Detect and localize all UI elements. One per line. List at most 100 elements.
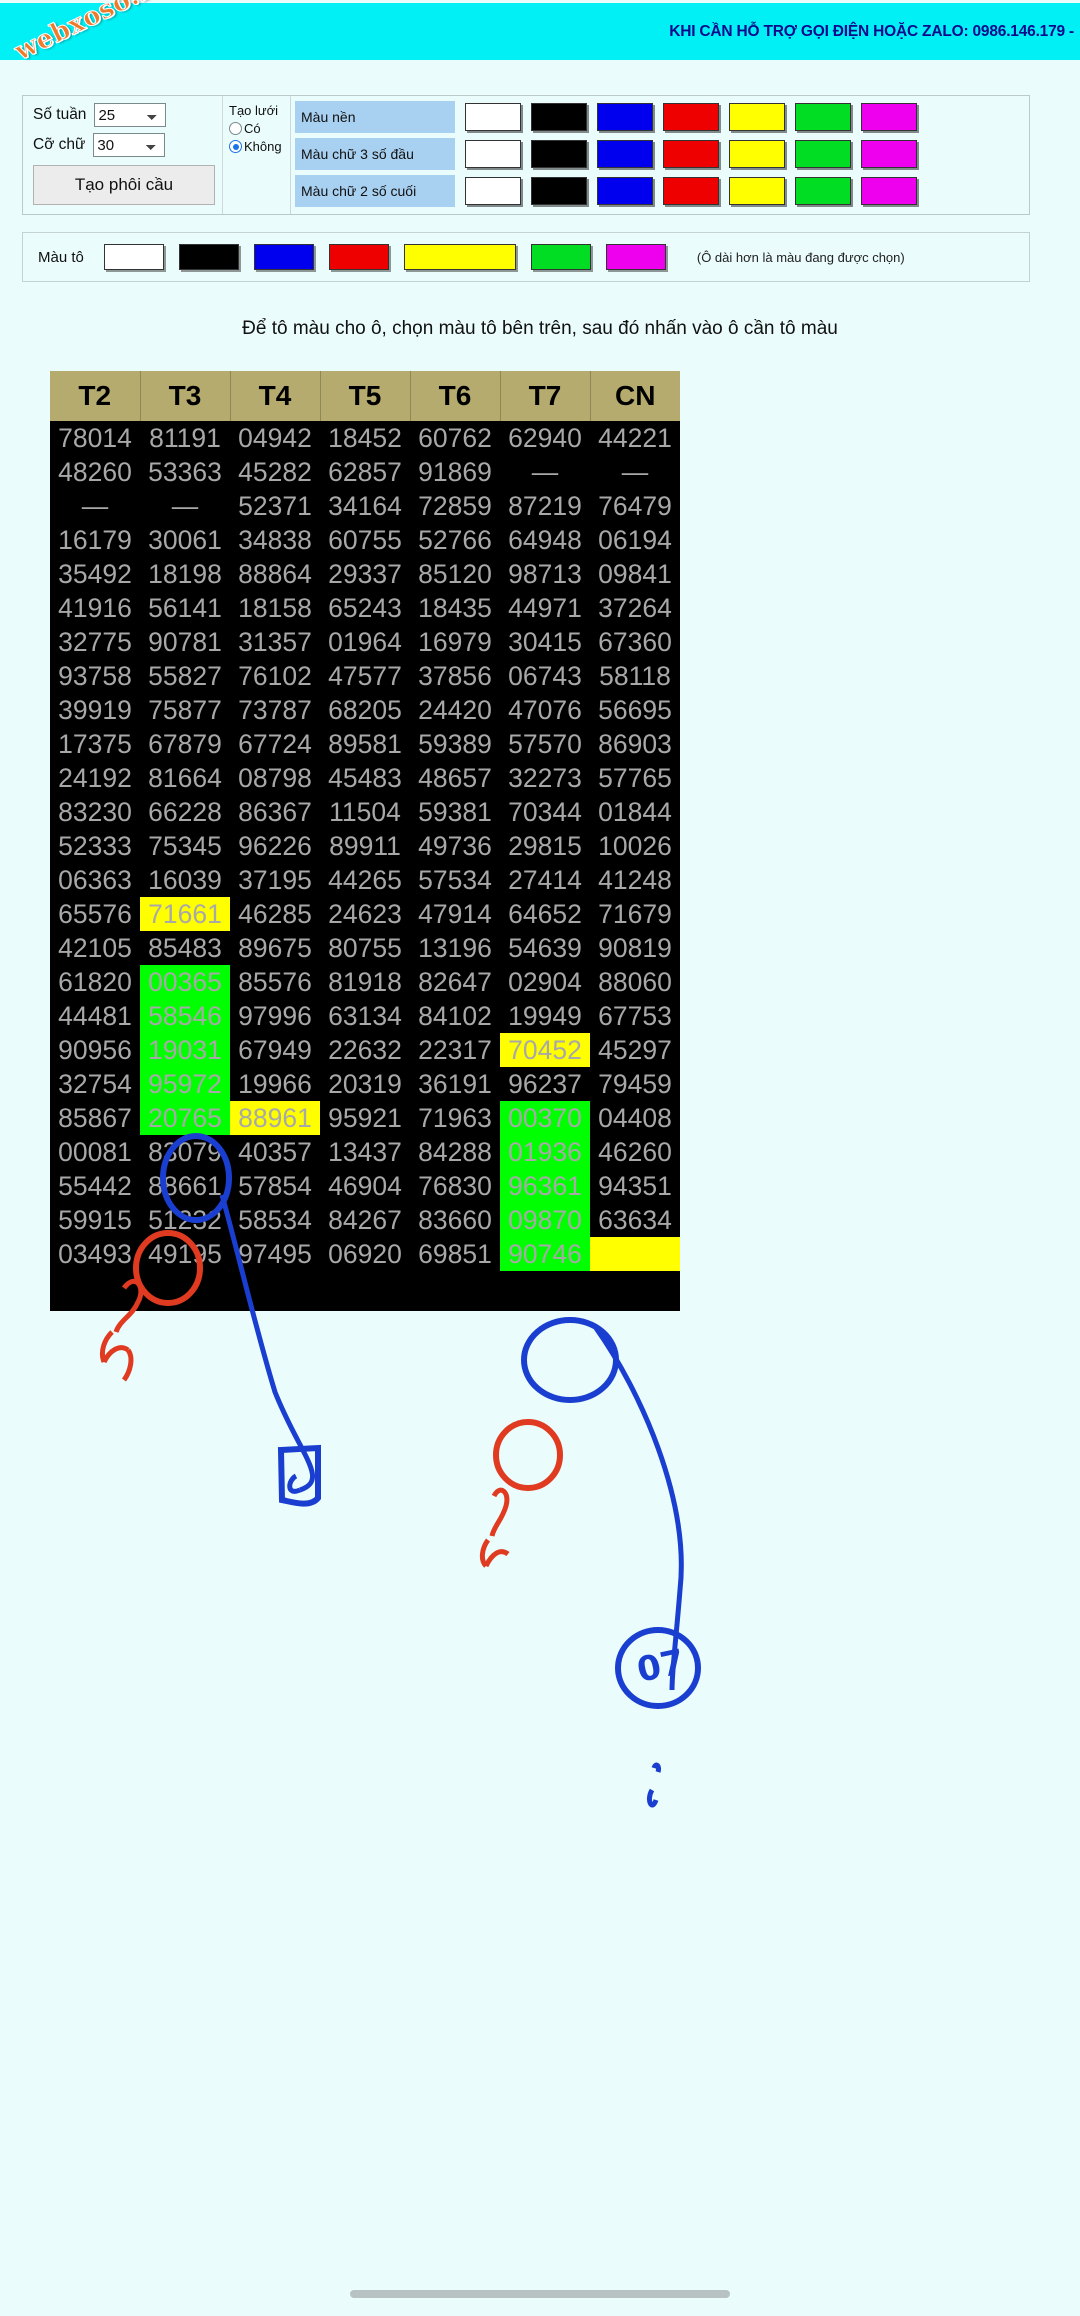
grid-cell[interactable]: 44971 <box>500 591 590 625</box>
grid-cell[interactable]: 24192 <box>50 761 140 795</box>
fill-swatch-blue[interactable] <box>253 244 314 270</box>
grid-cell[interactable]: 46260 <box>590 1135 680 1169</box>
grid-cell[interactable]: 88864 <box>230 557 320 591</box>
grid-cell[interactable]: 79459 <box>590 1067 680 1101</box>
grid-cell[interactable]: 83079 <box>140 1135 230 1169</box>
grid-cell[interactable]: 18158 <box>230 591 320 625</box>
grid-cell[interactable]: 52766 <box>410 523 500 557</box>
grid-cell[interactable]: 45282 <box>230 455 320 489</box>
grid-cell[interactable]: 96226 <box>230 829 320 863</box>
grid-cell[interactable]: 84288 <box>410 1135 500 1169</box>
last2-swatch-blue[interactable] <box>597 177 653 205</box>
grid-cell[interactable]: 85867 <box>50 1101 140 1135</box>
bg-swatch-white[interactable] <box>465 103 521 131</box>
fill-swatch-green[interactable] <box>530 244 591 270</box>
grid-cell[interactable]: 65576 <box>50 897 140 931</box>
grid-cell[interactable]: 27414 <box>500 863 590 897</box>
grid-cell[interactable]: 49736 <box>410 829 500 863</box>
grid-cell[interactable]: 34838 <box>230 523 320 557</box>
grid-cell[interactable]: 76830 <box>410 1169 500 1203</box>
grid-cell[interactable]: 63634 <box>590 1203 680 1237</box>
grid-cell[interactable]: 39919 <box>50 693 140 727</box>
grid-cell[interactable]: 09841 <box>590 557 680 591</box>
grid-cell[interactable]: 75877 <box>140 693 230 727</box>
grid-cell[interactable]: 51232 <box>140 1203 230 1237</box>
radio-yes-icon[interactable] <box>229 122 242 135</box>
first3-swatch-magenta[interactable] <box>861 140 917 168</box>
grid-cell[interactable]: 60762 <box>410 421 500 455</box>
grid-cell[interactable]: 11504 <box>320 795 410 829</box>
grid-cell[interactable]: 69851 <box>410 1237 500 1271</box>
grid-cell[interactable]: 67879 <box>140 727 230 761</box>
grid-cell[interactable]: 48657 <box>410 761 500 795</box>
grid-cell[interactable]: 52333 <box>50 829 140 863</box>
grid-cell[interactable]: — <box>140 489 230 523</box>
grid-cell[interactable]: 86367 <box>230 795 320 829</box>
grid-cell[interactable]: 84267 <box>320 1203 410 1237</box>
grid-cell[interactable]: 46904 <box>320 1169 410 1203</box>
grid-cell[interactable]: 22317 <box>410 1033 500 1067</box>
grid-cell[interactable]: 88661 <box>140 1169 230 1203</box>
grid-cell[interactable]: 10026 <box>590 829 680 863</box>
grid-cell[interactable]: 81191 <box>140 421 230 455</box>
grid-cell[interactable]: 58118 <box>590 659 680 693</box>
grid-cell[interactable]: 70344 <box>500 795 590 829</box>
fill-swatch-white[interactable] <box>103 244 164 270</box>
grid-cell[interactable]: 85120 <box>410 557 500 591</box>
grid-cell[interactable]: 61820 <box>50 965 140 999</box>
grid-cell[interactable]: 45297 <box>590 1033 680 1067</box>
grid-cell[interactable]: 59389 <box>410 727 500 761</box>
grid-cell[interactable]: 35492 <box>50 557 140 591</box>
fill-swatch-red[interactable] <box>328 244 389 270</box>
fill-swatch-black[interactable] <box>178 244 239 270</box>
grid-cell[interactable]: 71963 <box>410 1101 500 1135</box>
grid-cell[interactable]: 75345 <box>140 829 230 863</box>
bg-swatch-blue[interactable] <box>597 103 653 131</box>
grid-cell[interactable]: 80755 <box>320 931 410 965</box>
grid-cell[interactable]: 81664 <box>140 761 230 795</box>
first3-swatch-red[interactable] <box>663 140 719 168</box>
grid-cell[interactable]: 47076 <box>500 693 590 727</box>
grid-cell[interactable]: 70452 <box>500 1033 590 1067</box>
grid-cell[interactable]: 48260 <box>50 455 140 489</box>
grid-cell[interactable]: 32754 <box>50 1067 140 1101</box>
grid-cell[interactable]: 00365 <box>140 965 230 999</box>
grid-cell[interactable]: 89675 <box>230 931 320 965</box>
grid-cell[interactable]: 67360 <box>590 625 680 659</box>
grid-cell[interactable]: 20319 <box>320 1067 410 1101</box>
grid-cell[interactable]: 19949 <box>500 999 590 1033</box>
grid-cell[interactable]: 24623 <box>320 897 410 931</box>
bg-swatch-red[interactable] <box>663 103 719 131</box>
grid-radio-no[interactable]: Không <box>229 139 290 154</box>
grid-cell[interactable]: 01964 <box>320 625 410 659</box>
bg-swatch-black[interactable] <box>531 103 587 131</box>
grid-cell[interactable]: 71661 <box>140 897 230 931</box>
grid-cell[interactable]: 87219 <box>500 489 590 523</box>
grid-cell[interactable]: 65243 <box>320 591 410 625</box>
grid-cell[interactable]: 71679 <box>590 897 680 931</box>
grid-cell[interactable]: 34164 <box>320 489 410 523</box>
bg-swatch-yellow[interactable] <box>729 103 785 131</box>
grid-cell[interactable]: 37856 <box>410 659 500 693</box>
bg-swatch-green[interactable] <box>795 103 851 131</box>
grid-cell[interactable]: 59915 <box>50 1203 140 1237</box>
grid-cell[interactable]: 76102 <box>230 659 320 693</box>
grid-cell[interactable]: 22632 <box>320 1033 410 1067</box>
first3-swatch-blue[interactable] <box>597 140 653 168</box>
grid-cell[interactable]: 29337 <box>320 557 410 591</box>
grid-cell[interactable]: 54639 <box>500 931 590 965</box>
grid-cell[interactable]: 32775 <box>50 625 140 659</box>
grid-cell[interactable]: 44481 <box>50 999 140 1033</box>
grid-cell[interactable]: 19966 <box>230 1067 320 1101</box>
grid-cell[interactable]: 68205 <box>320 693 410 727</box>
grid-cell[interactable]: 67724 <box>230 727 320 761</box>
grid-cell[interactable]: 93758 <box>50 659 140 693</box>
grid-cell[interactable]: 45483 <box>320 761 410 795</box>
grid-cell[interactable]: 29815 <box>500 829 590 863</box>
grid-cell[interactable]: 06743 <box>500 659 590 693</box>
bg-swatch-magenta[interactable] <box>861 103 917 131</box>
grid-cell[interactable]: 96237 <box>500 1067 590 1101</box>
fontsize-select[interactable]: 30 <box>93 133 166 157</box>
grid-cell[interactable]: 37195 <box>230 863 320 897</box>
grid-cell[interactable]: 47914 <box>410 897 500 931</box>
